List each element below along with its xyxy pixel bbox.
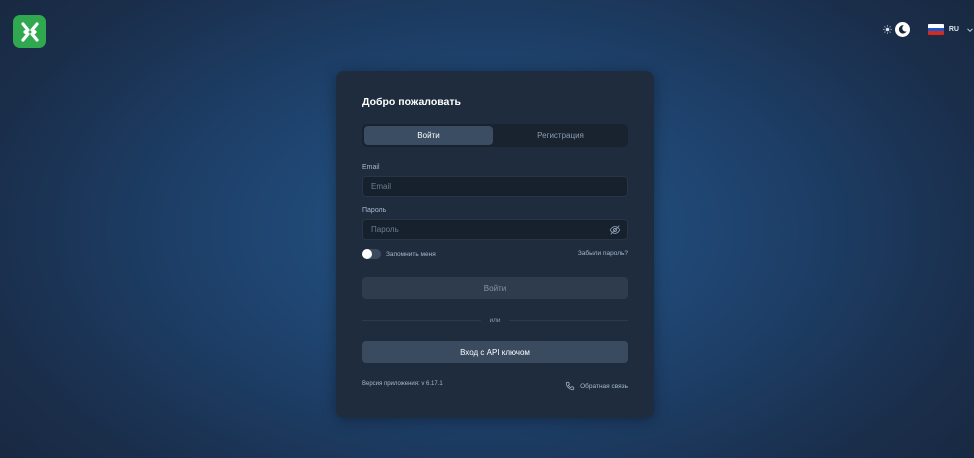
moon-icon[interactable] (894, 22, 910, 37)
sun-icon[interactable] (883, 25, 892, 34)
app-version: Версия приложения: v 6.17.1 (362, 381, 443, 387)
login-submit-button[interactable]: Войти (362, 277, 628, 299)
forgot-password-link[interactable]: Забыли пароль? (578, 250, 628, 257)
chevron-down-icon (967, 27, 973, 32)
email-field[interactable] (363, 177, 627, 196)
feedback-link[interactable]: Обратная связь (565, 381, 628, 391)
tab-login[interactable]: Войти (364, 126, 493, 145)
login-card: Добро пожаловать Войти Регистрация Email… (336, 71, 654, 418)
language-code: RU (948, 26, 959, 33)
password-label: Пароль (362, 207, 387, 214)
or-text: или (489, 317, 501, 324)
password-field[interactable] (363, 220, 627, 239)
eye-off-icon[interactable] (609, 224, 621, 236)
russia-flag-icon (927, 24, 944, 35)
header-controls: RU (883, 22, 974, 37)
api-key-login-button[interactable]: Вход с API ключом (362, 341, 628, 363)
password-field-wrapper (362, 219, 628, 240)
remember-me-toggle[interactable] (362, 249, 381, 259)
app-logo-icon[interactable] (13, 15, 46, 48)
auth-tabs: Войти Регистрация (362, 124, 628, 147)
phone-icon (565, 381, 575, 391)
email-field-wrapper (362, 176, 628, 197)
toggle-knob (362, 249, 372, 259)
or-divider: или (362, 317, 628, 324)
theme-toggle[interactable] (883, 22, 910, 37)
page-title: Добро пожаловать (362, 96, 461, 108)
email-label: Email (362, 164, 380, 171)
language-selector[interactable]: RU (927, 24, 974, 35)
remember-me-label: Запомнить меня (386, 250, 436, 258)
feedback-label: Обратная связь (580, 382, 628, 390)
remember-me: Запомнить меня (362, 249, 436, 259)
tab-register[interactable]: Регистрация (495, 126, 626, 145)
